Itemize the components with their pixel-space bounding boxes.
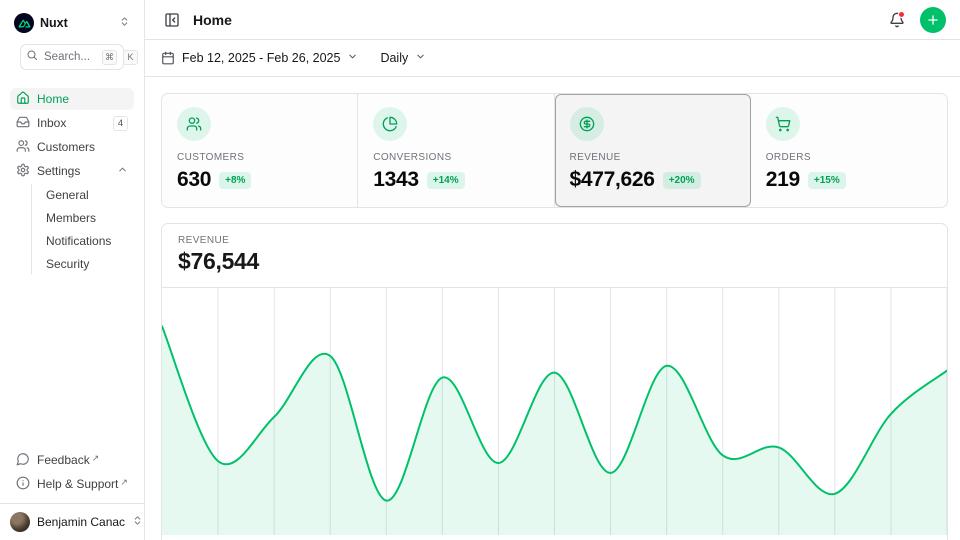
change-badge: +20%	[663, 172, 701, 189]
sidebar: Nuxt Search... ⌘ K Home	[0, 0, 145, 540]
avatar	[10, 512, 30, 532]
revenue-chart-card: REVENUE $76,544 14 Feb16 Feb18 Feb20 Feb…	[161, 223, 948, 540]
sidebar-item-inbox[interactable]: Inbox 4	[10, 112, 134, 134]
topbar: Home	[145, 0, 960, 40]
circle-dollar-icon	[570, 107, 604, 141]
search-icon	[26, 48, 38, 66]
user-menu[interactable]: Benjamin Canac	[0, 503, 144, 540]
change-badge: +8%	[219, 172, 251, 189]
message-circle-icon	[16, 452, 30, 469]
stat-label: ORDERS	[766, 152, 932, 163]
notifications-button[interactable]	[884, 7, 910, 33]
sidebar-item-label: Customers	[37, 140, 128, 154]
user-name: Benjamin Canac	[37, 515, 125, 529]
filter-bar: Feb 12, 2025 - Feb 26, 2025 Daily	[145, 40, 960, 77]
inbox-count-badge: 4	[113, 116, 128, 131]
chevron-up-icon	[117, 164, 128, 178]
chevrons-up-down-icon	[119, 14, 130, 32]
panel-left-close-icon	[164, 12, 180, 28]
chevron-down-icon	[347, 51, 358, 65]
chevrons-up-down-icon	[132, 513, 143, 531]
sidebar-item-label: Inbox	[37, 116, 106, 130]
dashboard-content: CUSTOMERS 630 +8% CONVERSIONS 1343 +14%	[145, 77, 960, 540]
inbox-icon	[16, 115, 30, 132]
external-link-icon: ↗	[120, 477, 128, 488]
stat-value: 219	[766, 168, 800, 192]
kbd-k: K	[123, 50, 138, 65]
stat-label: CONVERSIONS	[373, 152, 538, 163]
stat-card-conversions[interactable]: CONVERSIONS 1343 +14%	[358, 94, 554, 207]
stat-value: $477,626	[570, 168, 655, 192]
sidebar-item-help-support[interactable]: Help & Support↗	[10, 473, 134, 495]
search-placeholder: Search...	[44, 51, 90, 63]
stat-value: 1343	[373, 168, 419, 192]
sidebar-item-notifications[interactable]: Notifications	[44, 230, 124, 251]
sidebar-nav: Home Inbox 4 Customers Settings	[0, 80, 144, 276]
period-value: Daily	[380, 51, 408, 65]
workspace-selector[interactable]: Nuxt	[10, 10, 134, 36]
stat-card-customers[interactable]: CUSTOMERS 630 +8%	[162, 94, 358, 207]
stat-card-orders[interactable]: ORDERS 219 +15%	[751, 94, 947, 207]
chart-current-value: $76,544	[178, 248, 931, 275]
app-window: Nuxt Search... ⌘ K Home	[0, 0, 960, 540]
change-badge: +14%	[427, 172, 465, 189]
stat-label: REVENUE	[570, 152, 735, 163]
users-icon	[177, 107, 211, 141]
kbd-meta: ⌘	[102, 50, 117, 65]
stat-label: CUSTOMERS	[177, 152, 342, 163]
plus-icon	[926, 13, 940, 27]
page-title: Home	[193, 12, 232, 28]
main-panel: Home Feb 12, 2025 - Feb 26, 2025 Daily	[145, 0, 960, 540]
sidebar-item-general[interactable]: General	[44, 184, 124, 205]
chevron-down-icon	[415, 51, 426, 65]
stat-value: 630	[177, 168, 211, 192]
sidebar-item-label: Settings	[37, 164, 110, 178]
revenue-area-chart[interactable]: 14 Feb16 Feb18 Feb20 Feb22 Feb24 Feb	[162, 288, 947, 540]
calendar-icon	[161, 51, 175, 65]
chart-title: REVENUE	[178, 235, 931, 246]
sidebar-item-members[interactable]: Members	[44, 207, 124, 228]
add-button[interactable]	[920, 7, 946, 33]
collapse-sidebar-button[interactable]	[161, 7, 183, 33]
nuxt-logo-icon	[14, 13, 34, 33]
search-input[interactable]: Search... ⌘ K	[20, 44, 124, 70]
stats-row: CUSTOMERS 630 +8% CONVERSIONS 1343 +14%	[161, 93, 948, 208]
house-icon	[16, 91, 30, 108]
users-icon	[16, 139, 30, 156]
date-range-value: Feb 12, 2025 - Feb 26, 2025	[182, 51, 340, 65]
period-select[interactable]: Daily	[380, 51, 426, 65]
stat-card-revenue[interactable]: REVENUE $477,626 +20%	[555, 94, 751, 207]
sidebar-item-label: Home	[37, 92, 128, 106]
gear-icon	[16, 163, 30, 180]
info-icon	[16, 476, 30, 493]
workspace-name: Nuxt	[40, 16, 68, 30]
sidebar-item-settings[interactable]: Settings	[10, 160, 134, 182]
external-link-icon: ↗	[92, 453, 100, 464]
shopping-cart-icon	[766, 107, 800, 141]
chart-pie-icon	[373, 107, 407, 141]
change-badge: +15%	[808, 172, 846, 189]
notification-dot	[898, 11, 905, 18]
chart-header: REVENUE $76,544	[162, 224, 947, 288]
sidebar-item-security[interactable]: Security	[44, 253, 124, 274]
chart-body: 14 Feb16 Feb18 Feb20 Feb22 Feb24 Feb	[162, 288, 947, 540]
date-range-picker[interactable]: Feb 12, 2025 - Feb 26, 2025	[161, 51, 358, 65]
settings-subnav: General Members Notifications Security	[31, 184, 124, 274]
sidebar-item-customers[interactable]: Customers	[10, 136, 134, 158]
sidebar-item-feedback[interactable]: Feedback↗	[10, 449, 134, 471]
sidebar-item-home[interactable]: Home	[10, 88, 134, 110]
